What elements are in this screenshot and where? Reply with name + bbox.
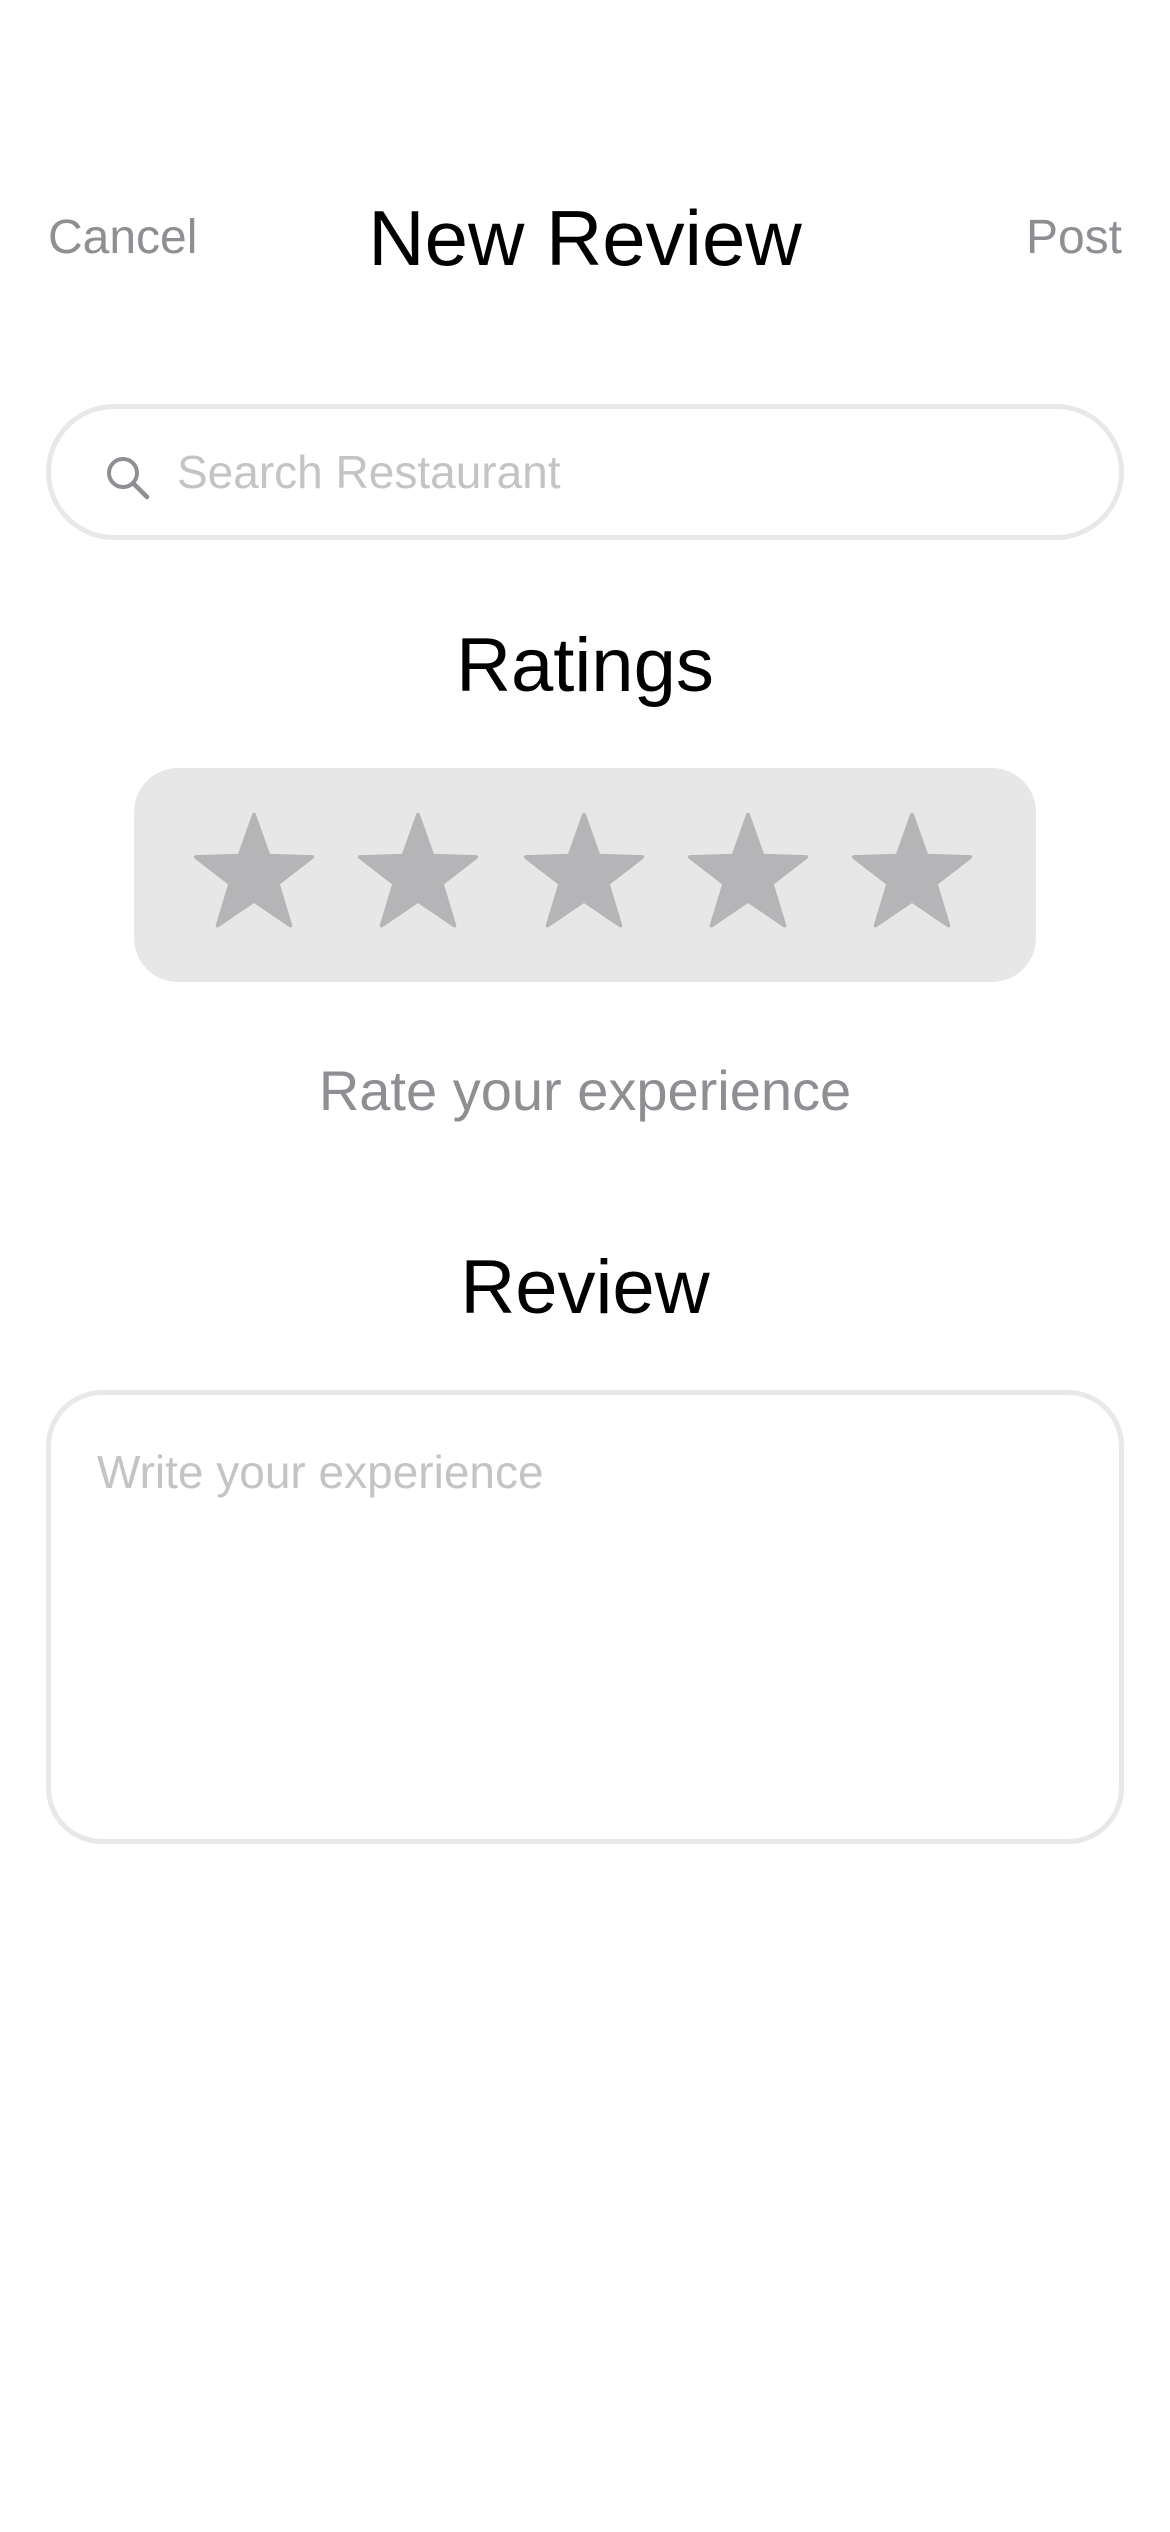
star-rating <box>134 768 1036 982</box>
star-icon <box>193 812 315 928</box>
review-heading: Review <box>460 1245 710 1330</box>
star-icon <box>851 812 973 928</box>
search-icon <box>103 453 151 501</box>
rating-caption: Rate your experience <box>318 1059 852 1122</box>
star-icon <box>687 812 809 928</box>
star-icon <box>357 812 479 928</box>
star-5-button[interactable] <box>850 812 974 936</box>
star-1-button[interactable] <box>192 812 316 936</box>
post-button[interactable]: Post <box>1026 210 1122 265</box>
review-box[interactable] <box>46 1390 1124 1844</box>
review-textarea[interactable] <box>97 1445 1077 1805</box>
search-bar[interactable] <box>46 404 1124 540</box>
search-input[interactable] <box>177 409 1077 535</box>
star-3-button[interactable] <box>522 812 646 936</box>
ratings-heading: Ratings <box>456 623 714 708</box>
star-icon <box>523 812 645 928</box>
navigation-bar: Cancel New Review Post <box>0 190 1170 286</box>
star-4-button[interactable] <box>686 812 810 936</box>
star-2-button[interactable] <box>356 812 480 936</box>
cancel-button[interactable]: Cancel <box>48 210 197 265</box>
